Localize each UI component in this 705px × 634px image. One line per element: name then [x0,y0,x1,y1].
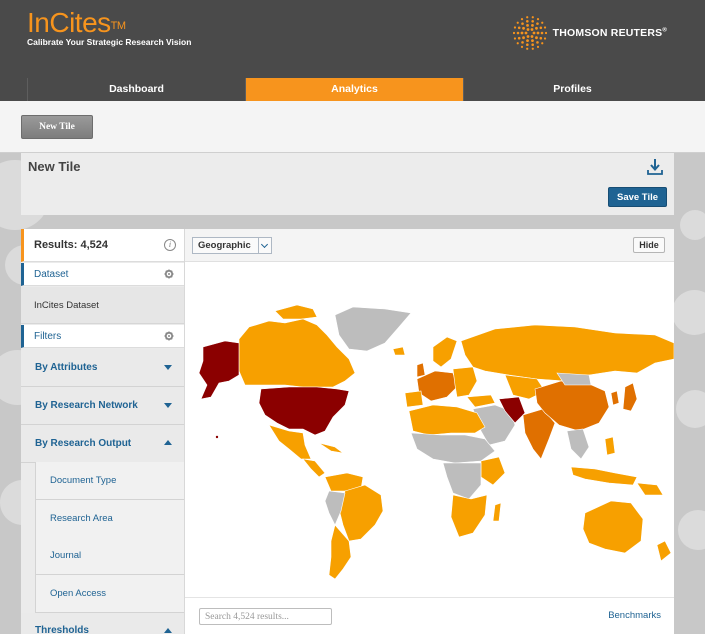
visualization-select[interactable]: Geographic [192,237,272,254]
filter-item-label: Document Type [50,475,117,486]
filters-label: Filters [34,331,62,342]
map-region-korea [610,390,620,406]
filter-item-journal[interactable]: Journal [35,537,184,575]
incites-logo[interactable]: InCitesTM Calibrate Your Strategic Resea… [27,7,192,48]
results-count: Results: 4,524 [34,239,108,251]
accordion-by-attributes[interactable]: By Attributes [21,349,184,387]
map-region-east-africa [480,456,506,486]
map-region-scandinavia [432,336,458,368]
map-region-eastern-europe [452,366,478,398]
hide-button[interactable]: Hide [633,237,665,253]
sidebar: Results: 4,524 i Dataset InCites Dataset… [21,229,185,634]
map-region-russia [460,324,674,382]
accordion-label: By Research Output [35,438,132,449]
dataset-label: Dataset [34,269,69,280]
gear-icon[interactable] [164,269,174,279]
tile-title: New Tile [28,159,81,174]
map-region-brazil [338,484,384,542]
main-panel: Geographic Hide Search 4,524 results... … [185,229,674,634]
map-region-philippines [604,436,616,456]
brand-registered: ® [662,27,667,34]
info-icon[interactable]: i [164,239,176,251]
app-header: InCitesTM Calibrate Your Strategic Resea… [0,0,705,78]
toolbar: New Tile [0,101,705,153]
search-results-input[interactable] [199,608,332,625]
logo-tagline: Calibrate Your Strategic Research Vision [27,37,192,47]
main-nav: Dashboard Analytics Profiles [0,78,705,101]
map-region-southern-africa [450,494,488,538]
map-region-southeast-asia [566,428,590,460]
thomson-reuters-logo: THOMSON REUTERS® [512,16,667,50]
thomson-reuters-dots-icon [512,16,547,50]
map-region-new-zealand [656,540,672,562]
results-header: Results: 4,524 i [21,229,184,262]
tab-analytics[interactable]: Analytics [245,78,463,101]
map-region-australia [582,500,644,554]
visualization-select-value: Geographic [198,240,251,251]
accordion-label: Thresholds [35,625,89,634]
accordion-label: By Attributes [35,362,98,373]
tile-header: New Tile Save Tile [21,153,674,215]
accordion-thresholds[interactable]: Thresholds [21,613,184,634]
trademark: TM [110,20,126,32]
accordion-label: By Research Network [35,400,138,411]
accordion-by-research-output[interactable]: By Research Output [21,425,184,463]
map-region-greenland [334,306,412,352]
chevron-up-icon [164,628,172,633]
tab-profiles[interactable]: Profiles [463,78,681,101]
logo-text: InCites [27,7,111,38]
main-panel-toolbar: Geographic Hide [185,229,674,262]
filter-item-document-type[interactable]: Document Type [35,462,184,500]
filter-item-label: Open Access [50,588,106,599]
map-region-central-africa [442,462,482,500]
map-region-caribbean [318,442,344,454]
map-region-arctic-islands [274,304,318,320]
map-region-alaska [198,340,240,400]
dataset-value: InCites Dataset [34,300,99,311]
gear-icon[interactable] [164,331,174,341]
dataset-value-item[interactable]: InCites Dataset [21,287,184,324]
dataset-header: Dataset [21,263,184,286]
main-panel-footer: Benchmarks [185,597,674,634]
filter-item-label: Research Area [50,513,113,524]
download-icon[interactable] [646,158,664,176]
world-map[interactable] [185,263,674,597]
map-region-indonesia [570,466,638,486]
chevron-up-icon [164,440,172,445]
map-region-turkey [466,394,496,408]
benchmarks-link[interactable]: Benchmarks [608,610,661,621]
map-region-hawaii [215,435,219,439]
map-region-iceland [392,346,406,356]
new-tile-button[interactable]: New Tile [21,115,93,139]
filter-item-open-access[interactable]: Open Access [35,575,184,613]
tab-dashboard[interactable]: Dashboard [27,78,245,101]
map-region-iberia [404,390,424,408]
map-region-madagascar [492,502,502,522]
filter-item-label: Journal [50,550,82,561]
accordion-by-research-network[interactable]: By Research Network [21,387,184,425]
map-region-japan [622,382,638,412]
map-region-sahel [410,432,496,464]
map-region-central-america [302,458,326,478]
chevron-down-icon [164,365,172,370]
filter-item-research-area[interactable]: Research Area [35,500,184,538]
filters-header: Filters [21,325,184,348]
map-region-papua [636,482,664,496]
save-tile-button[interactable]: Save Tile [608,187,667,207]
chevron-down-icon [164,403,172,408]
chevron-down-icon [258,238,271,253]
map-region-uk [416,362,426,378]
brand-name: THOMSON REUTERS [552,27,663,39]
